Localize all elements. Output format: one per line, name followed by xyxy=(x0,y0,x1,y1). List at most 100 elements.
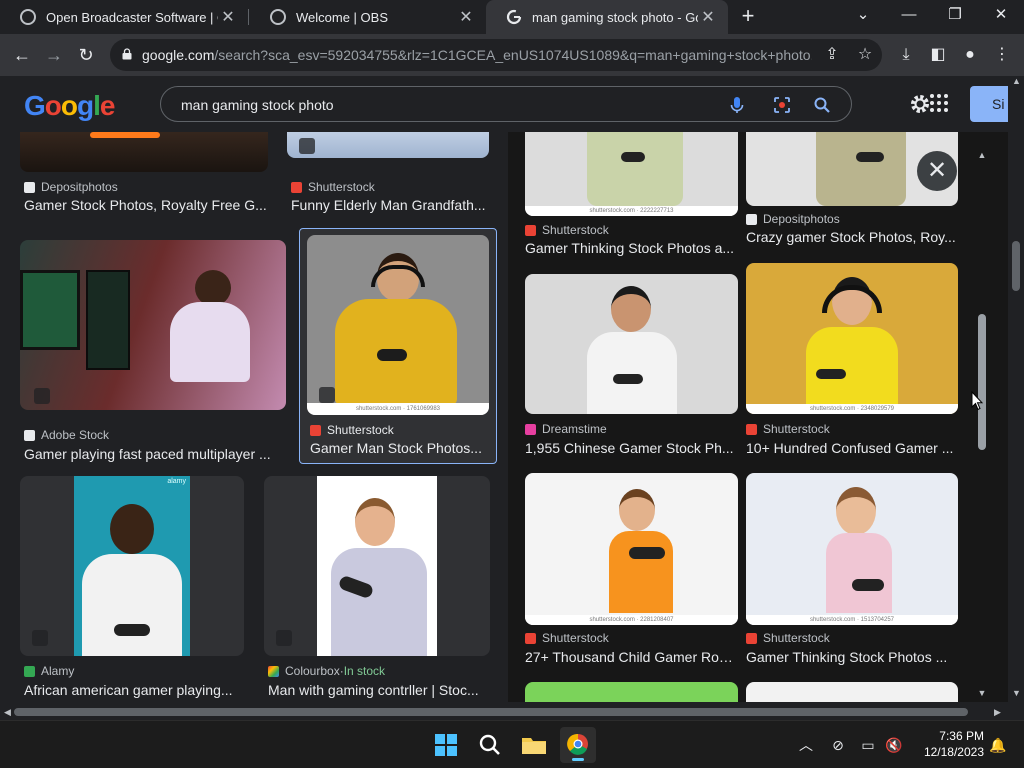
panel-thumbnail[interactable]: shutterstock.com · 2222227713 xyxy=(525,132,738,216)
download-icon[interactable]: ⤓ xyxy=(896,45,916,65)
camera-off-icon[interactable]: ⊘ xyxy=(828,735,848,755)
scroll-down-arrow-icon[interactable]: ▼ xyxy=(1012,688,1021,698)
chrome-window: Open Broadcaster Software | OBS ✕ Welcom… xyxy=(0,0,1024,768)
tab-search-chevron-icon[interactable]: ⌄ xyxy=(840,0,886,34)
tab-close-icon[interactable]: ✕ xyxy=(456,7,476,27)
network-icon[interactable]: ▭ xyxy=(858,735,878,755)
panel-thumbnail[interactable]: shutterstock.com · 1513704257 xyxy=(746,473,958,625)
panel-result-source: Depositphotos xyxy=(746,212,840,226)
result-card[interactable]: alamy Alamy African american gamer playi… xyxy=(18,476,246,702)
panel-result-caption[interactable]: 27+ Thousand Child Gamer Roy... xyxy=(525,649,735,665)
bookmark-star-icon[interactable]: ☆ xyxy=(855,45,875,65)
result-card-selected[interactable]: shutterstock.com · 1761069983 Shuttersto… xyxy=(299,228,497,464)
panel-thumbnail[interactable] xyxy=(525,682,738,702)
settings-gear-icon[interactable] xyxy=(908,92,932,116)
panel-result-card[interactable]: Depositphotos Crazy gamer Stock Photos, … xyxy=(746,132,958,250)
panel-result-source: Dreamstime xyxy=(525,422,607,436)
new-tab-button[interactable]: + xyxy=(736,4,760,28)
result-card[interactable]: Adobe Stock Gamer playing fast paced mul… xyxy=(18,240,288,464)
image-results-grid: Depositphotos Gamer Stock Photos, Royalt… xyxy=(0,132,508,702)
result-thumbnail[interactable]: shutterstock.com · 1761069983 xyxy=(307,235,489,415)
panel-thumbnail[interactable] xyxy=(525,274,738,414)
restore-icon[interactable]: ❐ xyxy=(932,0,978,34)
panel-scrollbar[interactable]: ▲ ▼ xyxy=(975,148,989,700)
panel-result-caption[interactable]: Crazy gamer Stock Photos, Roy... xyxy=(746,229,956,245)
tab-obs[interactable]: Open Broadcaster Software | OBS ✕ xyxy=(0,0,248,34)
page-vertical-scrollbar[interactable]: ▲ ▼ xyxy=(1008,76,1024,704)
panel-result-card[interactable] xyxy=(525,682,738,702)
search-input[interactable] xyxy=(181,95,701,115)
tab-google-search[interactable]: man gaming stock photo - Google Search ✕ xyxy=(486,0,728,34)
chrome-taskbar-icon[interactable] xyxy=(560,727,596,763)
file-explorer-icon[interactable] xyxy=(516,727,552,763)
panel-result-card[interactable]: shutterstock.com · 2348029579 Shuttersto… xyxy=(746,263,958,456)
result-caption[interactable]: Gamer Man Stock Photos... xyxy=(310,440,488,456)
panel-result-card[interactable]: Dreamstime 1,955 Chinese Gamer Stock Ph.… xyxy=(525,274,738,456)
window-close-icon[interactable]: ✕ xyxy=(978,0,1024,34)
scroll-down-arrow-icon[interactable]: ▼ xyxy=(977,688,987,698)
forward-arrow-icon[interactable]: → xyxy=(41,42,67,68)
result-thumbnail[interactable] xyxy=(264,476,490,656)
page-horizontal-scrollbar[interactable]: ◀ ▶ xyxy=(0,704,1024,720)
result-thumbnail[interactable] xyxy=(20,240,286,410)
google-lens-icon[interactable] xyxy=(771,94,793,116)
result-card[interactable]: Colourbox · In stock Man with gaming con… xyxy=(262,476,492,702)
address-bar[interactable]: google.com/search?sca_esv=592034755&rlz=… xyxy=(110,39,882,71)
panel-result-card[interactable]: shutterstock.com · 1513704257 Shuttersto… xyxy=(746,473,958,667)
scroll-right-arrow-icon[interactable]: ▶ xyxy=(994,707,1001,718)
horizontal-scrollbar-thumb[interactable] xyxy=(14,708,968,716)
result-caption[interactable]: African american gamer playing... xyxy=(24,682,244,698)
depositphotos-favicon-icon xyxy=(746,213,757,225)
volume-muted-icon[interactable]: 🔇 xyxy=(884,735,904,755)
panel-scrollbar-thumb[interactable] xyxy=(978,314,986,450)
result-source: Depositphotos xyxy=(24,180,118,194)
result-caption[interactable]: Gamer playing fast paced multiplayer ... xyxy=(24,446,286,462)
result-caption[interactable]: Gamer Stock Photos, Royalty Free G... xyxy=(24,197,268,213)
panel-thumbnail[interactable]: shutterstock.com · 2281208407 xyxy=(525,473,738,625)
panel-result-caption[interactable]: 10+ Hundred Confused Gamer ... xyxy=(746,440,956,456)
panel-result-card[interactable]: shutterstock.com · 2281208407 Shuttersto… xyxy=(525,473,738,667)
clock-time: 7:36 PM xyxy=(939,729,984,743)
side-panel-icon[interactable]: ◧ xyxy=(928,45,948,65)
tray-chevron-up-icon[interactable]: ︿ xyxy=(796,735,816,755)
close-panel-icon[interactable]: ✕ xyxy=(917,151,957,191)
tab-close-icon[interactable]: ✕ xyxy=(218,7,238,27)
result-card[interactable]: Shutterstock Funny Elderly Man Grandfath… xyxy=(285,132,490,213)
result-caption[interactable]: Man with gaming contrller | Stoc... xyxy=(268,682,490,698)
panel-thumbnail[interactable]: shutterstock.com · 2348029579 xyxy=(746,263,958,414)
panel-thumbnail[interactable] xyxy=(746,682,958,702)
result-caption[interactable]: Funny Elderly Man Grandfath... xyxy=(291,197,489,213)
shutterstock-favicon-icon xyxy=(310,424,321,436)
scroll-left-arrow-icon[interactable]: ◀ xyxy=(4,707,11,718)
panel-result-card[interactable]: shutterstock.com · 2222227713 Shuttersto… xyxy=(525,132,738,262)
panel-result-source: Shutterstock xyxy=(525,631,609,645)
scroll-up-arrow-icon[interactable]: ▲ xyxy=(977,150,987,160)
result-thumbnail[interactable]: alamy xyxy=(20,476,244,656)
minimize-icon[interactable]: — xyxy=(886,0,932,34)
taskbar-search-icon[interactable] xyxy=(472,727,508,763)
panel-result-card[interactable] xyxy=(746,682,958,702)
search-icon[interactable] xyxy=(811,94,833,116)
share-icon[interactable]: ⇪ xyxy=(822,45,842,65)
reload-icon[interactable]: ↻ xyxy=(73,42,99,68)
windows-start-icon[interactable] xyxy=(428,727,464,763)
lock-icon xyxy=(122,48,132,60)
taskbar-clock[interactable]: 7:36 PM 12/18/2023 xyxy=(912,728,984,760)
voice-search-mic-icon[interactable] xyxy=(726,94,748,116)
notification-bell-icon[interactable]: 🔔 xyxy=(988,735,1008,755)
panel-result-caption[interactable]: Gamer Thinking Stock Photos ... xyxy=(746,649,956,665)
google-apps-grid-icon[interactable] xyxy=(930,94,948,112)
tab-close-icon[interactable]: ✕ xyxy=(698,7,718,27)
result-card[interactable]: Depositphotos Gamer Stock Photos, Royalt… xyxy=(18,132,268,213)
result-thumbnail[interactable] xyxy=(20,132,268,172)
google-logo[interactable]: Google xyxy=(24,90,115,122)
profile-icon[interactable]: ● xyxy=(960,45,980,65)
panel-result-caption[interactable]: Gamer Thinking Stock Photos a... xyxy=(525,240,735,256)
result-thumbnail[interactable] xyxy=(287,132,489,158)
chrome-menu-icon[interactable]: ⋮ xyxy=(992,45,1012,65)
tab-welcome-obs[interactable]: Welcome | OBS ✕ xyxy=(250,0,486,34)
page-scrollbar-thumb[interactable] xyxy=(1012,241,1020,291)
scroll-up-arrow-icon[interactable]: ▲ xyxy=(1012,76,1021,86)
panel-result-caption[interactable]: 1,955 Chinese Gamer Stock Ph... xyxy=(525,440,735,456)
back-arrow-icon[interactable]: ← xyxy=(9,42,35,68)
